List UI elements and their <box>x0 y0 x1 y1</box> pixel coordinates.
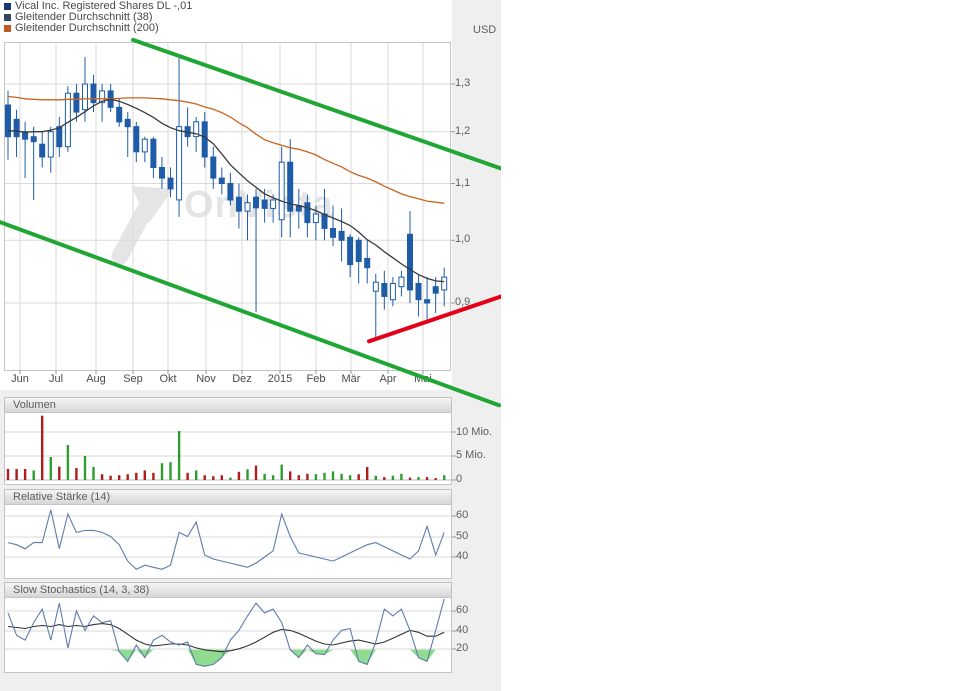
ma38-swatch <box>4 14 11 21</box>
legend-item-ma200: Gleitender Durchschnitt (200) <box>4 23 159 33</box>
x-tick-label: Apr <box>368 373 408 385</box>
legend-item-instrument: Vical Inc. Registered Shares DL -,01 <box>4 1 192 11</box>
stoch-tick-label: 40 <box>456 624 468 636</box>
x-tick-label: Mai <box>403 373 443 385</box>
x-tick-label: Feb <box>296 373 336 385</box>
x-tick-label: Jul <box>36 373 76 385</box>
stoch-tick-label: 60 <box>456 604 468 616</box>
volume-chart-area <box>4 412 452 485</box>
stochastics-chart-area <box>4 597 452 673</box>
ma200-label: Gleitender Durchschnitt (200) <box>15 22 159 34</box>
x-tick-label: Okt <box>148 373 188 385</box>
stochastics-panel-header: Slow Stochastics (14, 3, 38) <box>4 582 452 597</box>
price-chart-area <box>4 42 451 371</box>
volume-tick-label: 5 Mio. <box>456 449 486 461</box>
legend-item-ma38: Gleitender Durchschnitt (38) <box>4 12 153 22</box>
rsi-panel-header: Relative Stärke (14) <box>4 489 452 504</box>
x-tick-label: 2015 <box>260 373 300 385</box>
rsi-panel-title: Relative Stärke (14) <box>13 491 110 503</box>
price-tick-label: 1,3 <box>455 77 470 89</box>
volume-tick-label: 0 <box>456 473 462 485</box>
x-tick-label: Dez <box>222 373 262 385</box>
rsi-tick-label: 50 <box>456 530 468 542</box>
x-tick-label: Sep <box>113 373 153 385</box>
price-tick-label: 1,1 <box>455 177 470 189</box>
rsi-tick-label: 40 <box>456 550 468 562</box>
instrument-swatch <box>4 3 11 10</box>
price-tick-label: 0,9 <box>455 296 470 308</box>
volume-tick-label: 10 Mio. <box>456 426 492 438</box>
currency-label: USD <box>473 24 496 36</box>
stochastics-panel-title: Slow Stochastics (14, 3, 38) <box>13 584 149 596</box>
x-tick-label: Mär <box>331 373 371 385</box>
x-tick-label: Jun <box>0 373 40 385</box>
rsi-tick-label: 60 <box>456 509 468 521</box>
volume-panel-header: Volumen <box>4 397 452 412</box>
x-tick-label: Nov <box>186 373 226 385</box>
ma200-swatch <box>4 25 11 32</box>
price-tick-label: 1,0 <box>455 233 470 245</box>
price-tick-label: 1,2 <box>455 125 470 137</box>
x-tick-label: Aug <box>76 373 116 385</box>
volume-panel-title: Volumen <box>13 399 56 411</box>
chart-page: Vical Inc. Registered Shares DL -,01 Gle… <box>0 0 960 691</box>
stoch-tick-label: 20 <box>456 642 468 654</box>
rsi-chart-area <box>4 504 452 579</box>
